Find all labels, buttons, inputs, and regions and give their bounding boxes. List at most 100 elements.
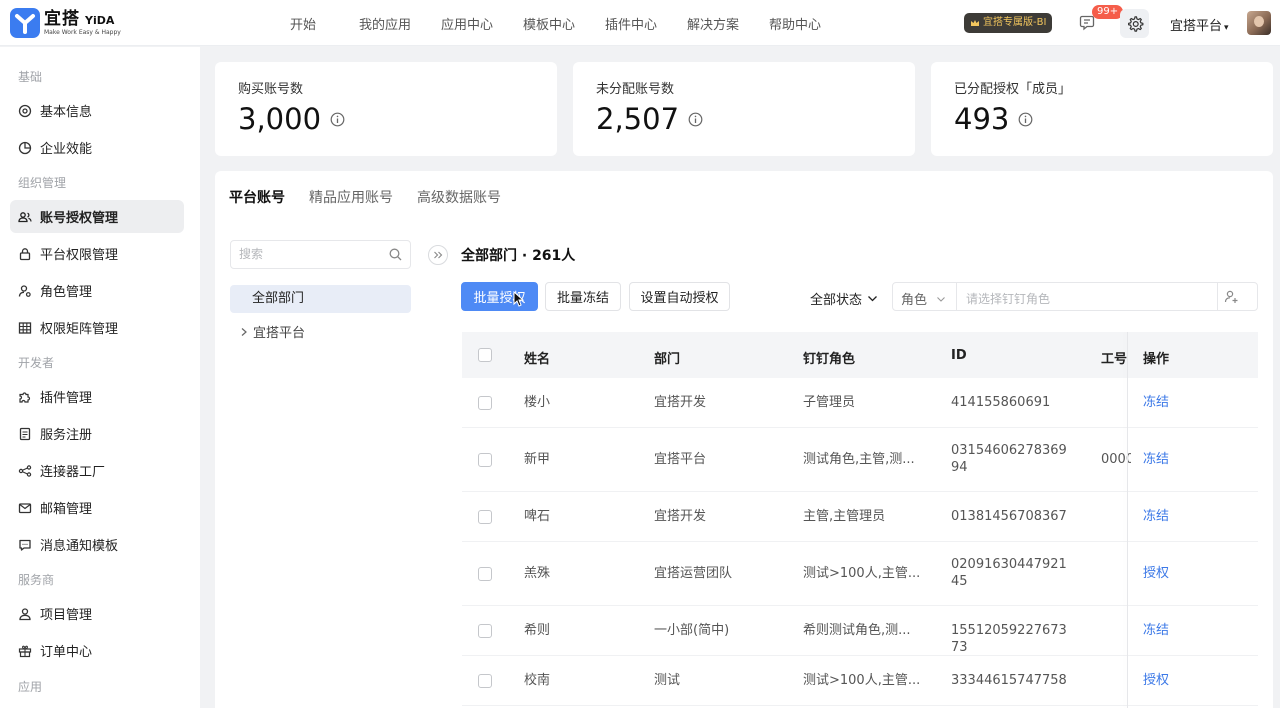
cell-role: 测试角色,主管,测...	[803, 452, 915, 467]
freeze-link[interactable]: 冻结	[1143, 394, 1169, 411]
add-user-icon[interactable]	[1224, 289, 1239, 304]
sidebar-item-label: 基本信息	[40, 105, 93, 120]
sidebar-item-notification-template[interactable]: 消息通知模板	[10, 528, 184, 561]
sidebar-item-platform-permission[interactable]: 平台权限管理	[10, 237, 184, 270]
lock-icon	[19, 247, 31, 260]
nav-start[interactable]: 开始	[262, 14, 344, 33]
info-icon[interactable]	[688, 112, 703, 127]
nav-app-center[interactable]: 应用中心	[426, 14, 508, 33]
batch-authorize-button[interactable]: 批量授权	[461, 282, 538, 311]
freeze-link[interactable]: 冻结	[1143, 451, 1169, 468]
row-checkbox[interactable]	[478, 510, 492, 524]
settings-button[interactable]	[1120, 9, 1149, 38]
top-nav: 开始 我的应用 应用中心 模板中心 插件中心 解决方案 帮助中心	[262, 0, 836, 46]
cell-name: 校南	[524, 673, 551, 688]
cell-department: 测试	[654, 673, 681, 688]
fixed-column-divider	[1127, 332, 1128, 708]
freeze-link[interactable]: 冻结	[1143, 622, 1169, 639]
stat-card-assigned: 已分配授权「成员」 493	[931, 62, 1273, 156]
role-select-input[interactable]: 请选择钉钉角色	[966, 290, 1050, 307]
authorize-link[interactable]: 授权	[1143, 672, 1169, 689]
cell-role: 子管理员	[803, 395, 856, 410]
sidebar-item-project[interactable]: 项目管理	[10, 597, 184, 630]
column-name: 姓名	[524, 352, 551, 367]
stat-label: 购买账号数	[238, 82, 304, 97]
user-role-icon	[18, 284, 31, 297]
sidebar-item-permission-matrix[interactable]: 权限矩阵管理	[10, 311, 184, 344]
tree-item-all-departments[interactable]: 全部部门	[230, 285, 411, 313]
cell-role: 希则测试角色,测...	[803, 623, 911, 638]
sidebar-item-label: 服务注册	[40, 428, 93, 443]
nav-my-apps[interactable]: 我的应用	[344, 14, 426, 33]
row-checkbox[interactable]	[478, 674, 492, 688]
edition-badge-label: 宜搭专属版-BI	[983, 17, 1047, 28]
pie-chart-icon	[18, 141, 32, 154]
info-icon[interactable]	[1018, 112, 1033, 127]
cell-department: 宜搭开发	[654, 509, 707, 524]
stat-value: 3,000	[238, 102, 322, 136]
sidebar-item-label: 企业效能	[40, 142, 93, 157]
row-checkbox[interactable]	[478, 624, 492, 638]
mail-icon	[18, 502, 32, 513]
row-checkbox[interactable]	[478, 453, 492, 467]
sidebar-item-service-register[interactable]: 服务注册	[10, 417, 184, 450]
row-checkbox[interactable]	[478, 396, 492, 410]
cell-name: 羔殊	[524, 566, 551, 581]
role-type-select[interactable]: 角色	[901, 289, 946, 308]
info-icon[interactable]	[330, 112, 345, 127]
chevron-down-icon	[868, 296, 877, 302]
cell-name: 希则	[524, 623, 551, 638]
freeze-link[interactable]: 冻结	[1143, 508, 1169, 525]
auto-authorize-button[interactable]: 设置自动授权	[629, 282, 730, 311]
role-filter: 角色 请选择钉钉角色	[892, 282, 1258, 311]
sidebar-item-label: 邮箱管理	[40, 502, 93, 517]
sidebar-item-plugin[interactable]: 插件管理	[10, 380, 184, 413]
edition-badge[interactable]: 宜搭专属版-BI	[964, 13, 1053, 33]
double-chevron-right-icon	[434, 251, 443, 259]
expand-tree-button[interactable]	[428, 245, 448, 265]
brand-slogan: Make Work Easy & Happy	[44, 28, 121, 36]
select-all-checkbox[interactable]	[478, 348, 492, 362]
chevron-down-icon	[937, 296, 945, 302]
stat-value: 2,507	[596, 102, 680, 136]
sidebar-item-role[interactable]: 角色管理	[10, 274, 184, 307]
nav-template-center[interactable]: 模板中心	[508, 14, 590, 33]
cell-id: 0315460627836994	[951, 443, 1067, 475]
sidebar-item-efficiency[interactable]: 企业效能	[10, 131, 184, 164]
sidebar-item-label: 账号授权管理	[40, 211, 119, 226]
sidebar-item-basic-info[interactable]: 基本信息	[10, 94, 184, 127]
sidebar-item-account-auth[interactable]: 账号授权管理	[10, 200, 184, 233]
status-filter-dropdown[interactable]: 全部状态	[810, 289, 878, 308]
brand-name-cn: 宜搭	[44, 8, 80, 29]
yida-logo[interactable]: 宜搭 YiDA Make Work Easy & Happy	[10, 8, 121, 38]
batch-freeze-button[interactable]: 批量冻结	[545, 282, 621, 311]
sidebar-item-order-center[interactable]: 订单中心	[10, 634, 184, 667]
tree-item-yida-platform[interactable]: 宜搭平台	[239, 322, 305, 341]
user-avatar[interactable]	[1247, 11, 1271, 35]
nav-plugin-center[interactable]: 插件中心	[590, 14, 672, 33]
row-checkbox[interactable]	[478, 567, 492, 581]
mouse-cursor-icon	[513, 291, 524, 307]
tab-premium-app-account[interactable]: 精品应用账号	[309, 187, 393, 207]
dept-search-input[interactable]: 搜索	[230, 240, 411, 269]
table-row: 新甲 宜搭平台 测试角色,主管,测... 0315460627836994 00…	[462, 428, 1258, 492]
sidebar-group-org: 组织管理	[18, 176, 67, 190]
nav-solutions[interactable]: 解决方案	[672, 14, 754, 33]
tab-advanced-data-account[interactable]: 高级数据账号	[417, 187, 501, 207]
authorize-link[interactable]: 授权	[1143, 565, 1169, 582]
crown-icon	[971, 20, 979, 26]
nav-help-center[interactable]: 帮助中心	[754, 14, 836, 33]
gear-icon	[1127, 15, 1143, 32]
connector-icon	[18, 464, 32, 477]
platform-selector[interactable]: 宜搭平台 ▾	[1170, 15, 1229, 34]
sidebar-item-connector-factory[interactable]: 连接器工厂	[10, 454, 184, 487]
cell-id: 414155860691	[951, 395, 1051, 410]
sidebar-item-mailbox[interactable]: 邮箱管理	[10, 491, 184, 524]
search-icon	[389, 248, 402, 261]
puzzle-icon	[19, 391, 31, 403]
yida-logo-icon	[10, 8, 40, 38]
chat-bubble-icon	[19, 539, 31, 551]
gift-icon	[18, 645, 32, 657]
column-department: 部门	[654, 352, 681, 367]
tab-platform-account[interactable]: 平台账号	[229, 187, 285, 207]
